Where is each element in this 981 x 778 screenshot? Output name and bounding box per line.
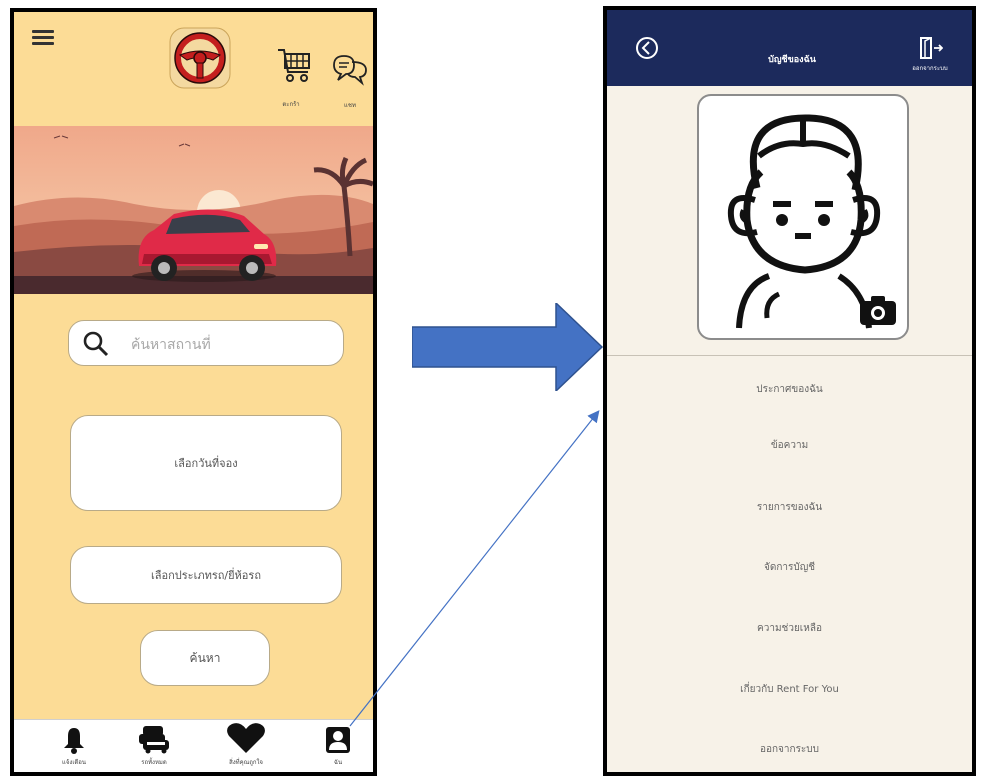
nav-item-notifications[interactable]: แจ้งเตือน — [38, 724, 110, 767]
nav-item-profile[interactable]: ฉัน — [302, 724, 373, 767]
back-icon[interactable] — [635, 36, 659, 60]
steering-wheel-logo-icon — [169, 27, 231, 89]
nav-label-all-cars: รถทั้งหมด — [141, 759, 167, 766]
select-car-type-button[interactable]: เลือกประเภทรถ/ยี่ห้อรถ — [70, 546, 342, 604]
divider — [607, 355, 972, 356]
hamburger-menu-icon[interactable] — [32, 30, 54, 48]
logout-icon[interactable] — [917, 36, 943, 60]
nav-label-profile: ฉัน — [333, 759, 343, 766]
account-screen: บัญชีของฉัน ออกจากระบบ ประกาศของฉัน ข้อค… — [603, 6, 976, 776]
menu-item-help[interactable]: ความช่วยเหลือ — [607, 621, 972, 636]
chat-label: แชท — [344, 102, 356, 109]
search-placeholder: ค้นหาสถานที่ — [131, 337, 211, 353]
account-header: บัญชีของฉัน ออกจากระบบ — [607, 10, 972, 86]
bottom-navigation: แจ้งเตือน รถทั้งหมด สิ่งที่คุณถูกใจ ฉัน — [14, 719, 373, 772]
home-header: ตะกร้า แชท — [14, 12, 373, 124]
search-icon — [83, 331, 109, 357]
bell-icon — [64, 728, 84, 754]
select-booking-date-button[interactable]: เลือกวันที่จอง — [70, 415, 342, 511]
chat-icon[interactable] — [332, 52, 368, 88]
flow-arrow-icon — [412, 303, 604, 391]
menu-item-messages[interactable]: ข้อความ — [607, 438, 972, 453]
heart-icon — [227, 723, 265, 753]
menu-item-my-posts[interactable]: ประกาศของฉัน — [607, 382, 972, 397]
nav-label-notifications: แจ้งเตือน — [62, 759, 86, 766]
page-title: บัญชีของฉัน — [768, 55, 816, 65]
logout-label: ออกจากระบบ — [912, 65, 948, 72]
cart-icon[interactable] — [276, 46, 312, 86]
profile-avatar[interactable] — [697, 94, 909, 340]
home-screen: ตะกร้า แชท ค้นหาสถานที่ เลือกวันที่จอง เ… — [10, 8, 377, 776]
cart-label: ตะกร้า — [282, 101, 300, 108]
car-banner-image — [14, 126, 373, 294]
nav-label-favorites: สิ่งที่คุณถูกใจ — [229, 759, 263, 766]
menu-item-my-list[interactable]: รายการของฉัน — [607, 500, 972, 515]
camera-icon[interactable] — [859, 294, 897, 326]
menu-item-logout[interactable]: ออกจากระบบ — [607, 742, 972, 757]
profile-icon — [326, 727, 350, 753]
menu-item-manage-account[interactable]: จัดการบัญชี — [607, 560, 972, 575]
nav-item-favorites[interactable]: สิ่งที่คุณถูกใจ — [210, 723, 282, 767]
cars-icon — [139, 726, 169, 754]
nav-item-all-cars[interactable]: รถทั้งหมด — [118, 724, 190, 767]
menu-item-about[interactable]: เกี่ยวกับ Rent For You — [607, 682, 972, 697]
search-button[interactable]: ค้นหา — [140, 630, 270, 686]
place-search-input[interactable]: ค้นหาสถานที่ — [68, 320, 344, 366]
